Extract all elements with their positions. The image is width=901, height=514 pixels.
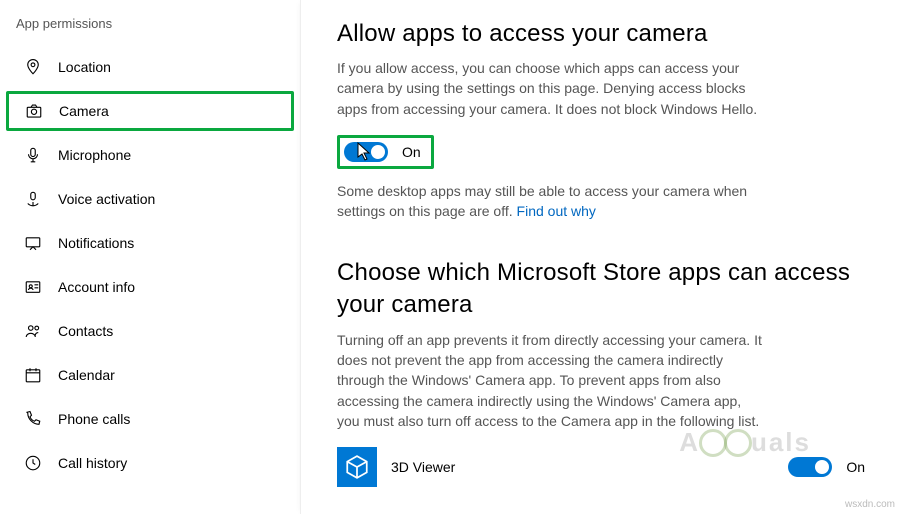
section-header: App permissions (0, 8, 300, 43)
sidebar-item-label: Calendar (58, 367, 115, 383)
desktop-apps-note: Some desktop apps may still be able to a… (337, 181, 767, 222)
microphone-icon (24, 146, 42, 164)
camera-access-toggle[interactable] (344, 142, 388, 162)
sidebar: App permissions Location Camera Micropho… (0, 0, 300, 514)
watermark-text: wsxdn.com (845, 499, 895, 510)
sidebar-item-label: Call history (58, 455, 127, 471)
app-3d-viewer-toggle-label: On (846, 459, 865, 475)
account-info-icon (24, 278, 42, 296)
camera-access-toggle-label: On (402, 144, 421, 160)
call-history-icon (24, 454, 42, 472)
camera-access-toggle-row: On (337, 135, 865, 169)
store-apps-title: Choose which Microsoft Store apps can ac… (337, 257, 865, 319)
toggle-highlight: On (337, 135, 434, 169)
contacts-icon (24, 322, 42, 340)
app-row-3d-viewer: 3D Viewer On (337, 447, 865, 487)
notifications-icon (24, 234, 42, 252)
app-name: 3D Viewer (391, 459, 774, 475)
phone-calls-icon (24, 410, 42, 428)
sidebar-item-microphone[interactable]: Microphone (6, 135, 294, 175)
sidebar-item-phone-calls[interactable]: Phone calls (6, 399, 294, 439)
sidebar-item-account-info[interactable]: Account info (6, 267, 294, 307)
sidebar-item-label: Contacts (58, 323, 113, 339)
sidebar-item-call-history[interactable]: Call history (6, 443, 294, 483)
store-apps-description: Turning off an app prevents it from dire… (337, 330, 767, 431)
sidebar-item-notifications[interactable]: Notifications (6, 223, 294, 263)
allow-apps-description: If you allow access, you can choose whic… (337, 58, 767, 119)
3d-viewer-icon (337, 447, 377, 487)
app-3d-viewer-toggle[interactable] (788, 457, 832, 477)
sidebar-item-label: Phone calls (58, 411, 130, 427)
sidebar-item-label: Location (58, 59, 111, 75)
sidebar-item-label: Camera (59, 103, 109, 119)
calendar-icon (24, 366, 42, 384)
store-apps-section: Choose which Microsoft Store apps can ac… (337, 257, 865, 487)
camera-icon (25, 102, 43, 120)
voice-activation-icon (24, 190, 42, 208)
location-icon (24, 58, 42, 76)
allow-apps-title: Allow apps to access your camera (337, 20, 865, 48)
content-pane: Allow apps to access your camera If you … (300, 0, 901, 514)
find-out-why-link[interactable]: Find out why (517, 203, 596, 219)
sidebar-item-contacts[interactable]: Contacts (6, 311, 294, 351)
sidebar-item-location[interactable]: Location (6, 47, 294, 87)
sidebar-item-label: Microphone (58, 147, 131, 163)
sidebar-item-calendar[interactable]: Calendar (6, 355, 294, 395)
sidebar-item-voice-activation[interactable]: Voice activation (6, 179, 294, 219)
sidebar-item-label: Notifications (58, 235, 134, 251)
sidebar-item-label: Account info (58, 279, 135, 295)
sidebar-item-label: Voice activation (58, 191, 155, 207)
sidebar-item-camera[interactable]: Camera (6, 91, 294, 131)
